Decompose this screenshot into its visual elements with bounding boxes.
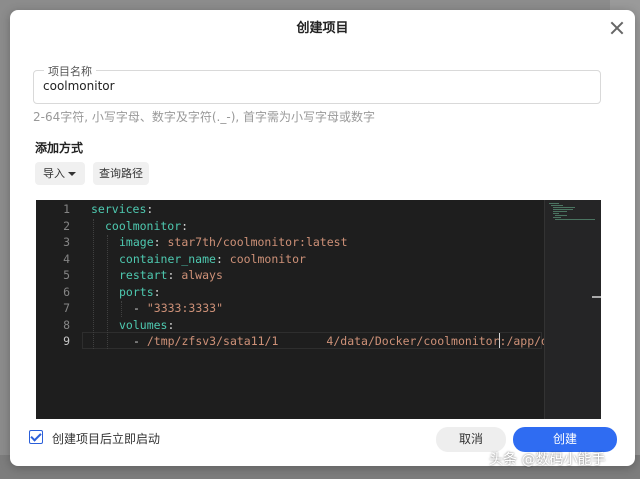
code-line: image: star7th/coolmonitor:latest — [119, 235, 348, 249]
watermark: 头条 @数码小能手 — [489, 452, 606, 468]
line-number: 2 — [63, 219, 70, 233]
line-number: 7 — [63, 301, 70, 315]
project-name-field[interactable]: 项目名称 coolmonitor — [33, 63, 601, 104]
code-line: services: — [91, 202, 154, 216]
add-method-title: 添加方式 — [35, 141, 84, 155]
code-line: - /tmp/zfsv3/sata11/1 4/data/Docker/coolm… — [133, 334, 548, 348]
query-path-button[interactable]: 查询路径 — [93, 162, 149, 185]
minimap-line — [553, 207, 575, 208]
minimap-line — [555, 219, 595, 220]
minimap-line — [551, 205, 563, 206]
create-project-dialog: 创建项目 项目名称 coolmonitor 2-64字符, 小写字母、数字及字符… — [10, 10, 635, 466]
compose-code-editor[interactable]: 1 2 3 4 5 6 7 8 9 services: coolmonitor:… — [36, 200, 601, 419]
line-number: 8 — [63, 318, 70, 332]
close-icon[interactable] — [609, 20, 625, 36]
minimap-line — [553, 213, 559, 214]
indent-guide — [121, 301, 123, 317]
autostart-label: 创建项目后立即启动 — [52, 432, 161, 446]
indent-guide — [93, 219, 95, 349]
line-number: 4 — [63, 252, 70, 266]
code-line: volumes: — [119, 318, 175, 332]
import-label: 导入 — [43, 167, 65, 180]
project-name-label: 项目名称 — [44, 63, 96, 79]
editor-scrollbar-marker[interactable] — [592, 296, 601, 298]
project-name-input[interactable]: coolmonitor — [43, 79, 115, 93]
minimap-line — [553, 217, 561, 218]
import-dropdown-button[interactable]: 导入 — [35, 162, 85, 185]
chevron-down-icon — [68, 172, 76, 176]
line-number: 3 — [63, 235, 70, 249]
dialog-title: 创建项目 — [296, 21, 349, 36]
minimap-line — [555, 215, 567, 216]
code-line: container_name: coolmonitor — [119, 252, 306, 266]
line-number-current: 9 — [63, 334, 70, 348]
autostart-checkbox[interactable] — [29, 430, 43, 444]
text-cursor — [499, 333, 500, 348]
minimap-line — [553, 209, 573, 210]
indent-guide — [107, 235, 109, 349]
line-number: 6 — [63, 285, 70, 299]
minimap-line — [553, 211, 567, 212]
code-line: - "3333:3333" — [133, 301, 224, 315]
code-line: coolmonitor: — [105, 219, 189, 233]
code-line: ports: — [119, 285, 161, 299]
minimap-line — [549, 203, 559, 204]
line-number: 5 — [63, 268, 70, 282]
line-number: 1 — [63, 202, 70, 216]
editor-minimap[interactable] — [544, 200, 601, 419]
project-name-hint: 2-64字符, 小写字母、数字及字符(._-), 首字需为小写字母或数字 — [33, 110, 376, 124]
code-line: restart: always — [119, 268, 223, 282]
